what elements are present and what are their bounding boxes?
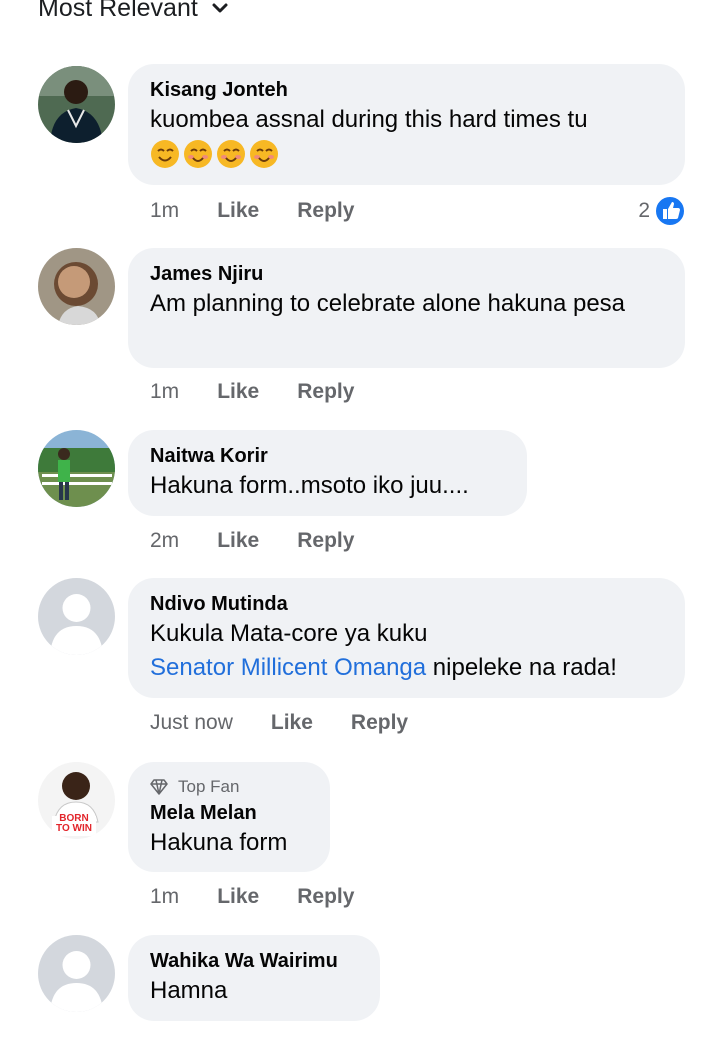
- smiling-face-icon: [184, 140, 212, 168]
- comment-time[interactable]: 1m: [150, 199, 179, 223]
- emoji-row: [150, 139, 663, 169]
- comment-actions: 2m Like Reply: [150, 526, 392, 556]
- reply-button[interactable]: Reply: [297, 885, 354, 909]
- sort-dropdown[interactable]: Most Relevant: [38, 0, 230, 28]
- comment-bubble: Kisang Jonteh kuombea assnal during this…: [128, 64, 685, 185]
- comment-author[interactable]: Kisang Jonteh: [150, 77, 663, 103]
- like-button[interactable]: Like: [271, 711, 313, 735]
- sort-label: Most Relevant: [38, 0, 198, 22]
- smiling-face-icon: [250, 140, 278, 168]
- like-reaction-icon: [654, 195, 686, 227]
- avatar[interactable]: [38, 66, 115, 143]
- avatar[interactable]: [38, 248, 115, 325]
- reply-button[interactable]: Reply: [297, 529, 354, 553]
- comment-actions: Just now Like Reply: [150, 708, 446, 738]
- comment-text-continued: nipeleke na rada!: [426, 654, 617, 681]
- comment-author[interactable]: Ndivo Mutinda: [150, 591, 663, 617]
- like-button[interactable]: Like: [217, 380, 259, 404]
- reaction-summary[interactable]: 2: [638, 195, 686, 227]
- comment-text-line: Senator Millicent Omanga nipeleke na rad…: [150, 651, 663, 685]
- comment-author[interactable]: Wahika Wa Wairimu: [150, 948, 358, 974]
- comment-time[interactable]: 1m: [150, 885, 179, 909]
- comment-text: Am planning to celebrate alone hakuna pe…: [150, 290, 626, 317]
- comment-actions: 1m Like Reply: [150, 196, 392, 226]
- default-profile-icon: [38, 935, 115, 1012]
- top-fan-badge: Top Fan: [150, 776, 308, 798]
- comment-text: Hamna: [150, 977, 228, 1004]
- comment-bubble: Wahika Wa Wairimu Hamna: [128, 935, 380, 1021]
- smiling-face-icon: [151, 140, 179, 168]
- reply-button[interactable]: Reply: [297, 199, 354, 223]
- comment-actions: 1m Like Reply: [150, 377, 392, 407]
- comment-bubble: Naitwa Korir Hakuna form..msoto iko juu.…: [128, 430, 527, 516]
- comment-text: kuombea assnal during this hard times tu: [150, 106, 588, 133]
- comment-bubble: Top Fan Mela Melan Hakuna form: [128, 762, 330, 872]
- top-fan-label: Top Fan: [178, 777, 240, 796]
- like-button[interactable]: Like: [217, 885, 259, 909]
- comment-text: Hakuna form..msoto iko juu....: [150, 472, 469, 499]
- avatar[interactable]: [38, 430, 115, 507]
- smiling-face-icon: [217, 140, 245, 168]
- chevron-down-icon: [210, 0, 230, 18]
- avatar[interactable]: [38, 578, 115, 655]
- reply-button[interactable]: Reply: [297, 380, 354, 404]
- reply-button[interactable]: Reply: [351, 711, 408, 735]
- like-button[interactable]: Like: [217, 529, 259, 553]
- avatar-caption: BORN TO WIN: [56, 813, 92, 834]
- reaction-count: 2: [638, 199, 650, 222]
- comment-time[interactable]: Just now: [150, 711, 233, 735]
- comment-text: Hakuna form: [150, 829, 288, 856]
- like-button[interactable]: Like: [217, 199, 259, 223]
- avatar[interactable]: [38, 935, 115, 1012]
- comment-actions: 1m Like Reply: [150, 882, 392, 912]
- comment-time[interactable]: 2m: [150, 529, 179, 553]
- comment-text: Kukula Mata-core ya kuku: [150, 620, 428, 647]
- comment-author[interactable]: James Njiru: [150, 261, 663, 287]
- comment-time[interactable]: 1m: [150, 380, 179, 404]
- diamond-icon: [150, 779, 168, 795]
- default-profile-icon: [38, 578, 115, 655]
- avatar[interactable]: BORN TO WIN: [38, 762, 115, 839]
- comment-author[interactable]: Naitwa Korir: [150, 443, 505, 469]
- comment-bubble: James Njiru Am planning to celebrate alo…: [128, 248, 685, 368]
- comment-bubble: Ndivo Mutinda Kukula Mata-core ya kuku S…: [128, 578, 685, 698]
- mention-link[interactable]: Senator Millicent Omanga: [150, 654, 426, 681]
- comment-author[interactable]: Mela Melan: [150, 800, 308, 826]
